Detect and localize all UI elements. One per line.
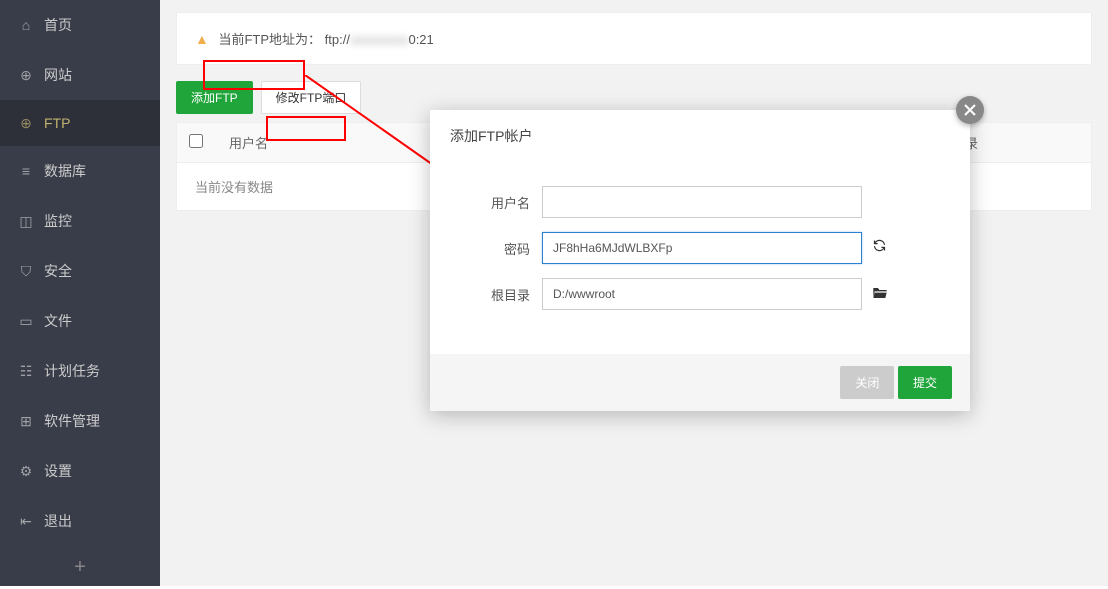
sidebar-item-label: 安全 bbox=[44, 261, 72, 281]
username-input[interactable] bbox=[542, 186, 862, 218]
password-input[interactable] bbox=[542, 232, 862, 264]
sidebar-item-1[interactable]: ⊕ 网站 bbox=[0, 50, 160, 100]
sidebar-item-7[interactable]: ☷ 计划任务 bbox=[0, 346, 160, 396]
rootdir-label: 根目录 bbox=[460, 285, 530, 304]
sidebar-item-10[interactable]: ⇤ 退出 bbox=[0, 496, 160, 546]
sidebar-item-9[interactable]: ⚙ 设置 bbox=[0, 446, 160, 496]
refresh-password-button[interactable] bbox=[872, 238, 887, 258]
sidebar-item-5[interactable]: ⛉ 安全 bbox=[0, 246, 160, 296]
password-label: 密码 bbox=[460, 239, 530, 258]
sidebar-item-8[interactable]: ⊞ 软件管理 bbox=[0, 396, 160, 446]
add-ftp-modal: 添加FTP帐户 用户名 密码 根目录 bbox=[430, 110, 970, 411]
sidebar-item-label: 文件 bbox=[44, 311, 72, 331]
home-icon: ⌂ bbox=[18, 17, 34, 33]
sidebar-item-label: 计划任务 bbox=[44, 361, 100, 381]
sidebar-item-label: 软件管理 bbox=[44, 411, 100, 431]
modal-close-btn2[interactable]: 关闭 bbox=[840, 366, 894, 399]
sidebar-add-button[interactable]: + bbox=[0, 546, 160, 589]
exit-icon: ⇤ bbox=[18, 513, 34, 529]
shield-icon: ⛉ bbox=[18, 263, 34, 279]
rootdir-input[interactable] bbox=[542, 278, 862, 310]
ftp-icon: ⊕ bbox=[18, 115, 34, 131]
sidebar-item-label: FTP bbox=[44, 115, 70, 131]
globe-icon: ⊕ bbox=[18, 67, 34, 83]
close-icon bbox=[964, 104, 976, 116]
sidebar-item-4[interactable]: ◫ 监控 bbox=[0, 196, 160, 246]
username-label: 用户名 bbox=[460, 193, 530, 212]
modal-title: 添加FTP帐户 bbox=[430, 110, 970, 162]
sidebar-item-6[interactable]: ▭ 文件 bbox=[0, 296, 160, 346]
sidebar-item-label: 退出 bbox=[44, 511, 72, 531]
sidebar-item-3[interactable]: ≡ 数据库 bbox=[0, 146, 160, 196]
sidebar-item-label: 设置 bbox=[44, 461, 72, 481]
browse-folder-button[interactable] bbox=[872, 285, 888, 304]
modal-close-button[interactable] bbox=[956, 96, 984, 124]
modal-body: 用户名 密码 根目录 bbox=[430, 162, 970, 354]
database-icon: ≡ bbox=[18, 163, 34, 179]
gear-icon: ⚙ bbox=[18, 463, 34, 479]
sidebar-item-label: 网站 bbox=[44, 65, 72, 85]
schedule-icon: ☷ bbox=[18, 363, 34, 379]
folder-icon: ▭ bbox=[18, 313, 34, 329]
sidebar-item-2[interactable]: ⊕ FTP bbox=[0, 100, 160, 146]
sidebar-item-label: 监控 bbox=[44, 211, 72, 231]
monitor-icon: ◫ bbox=[18, 213, 34, 229]
sidebar-item-0[interactable]: ⌂ 首页 bbox=[0, 0, 160, 50]
refresh-icon bbox=[872, 238, 887, 253]
modal-footer: 关闭 提交 bbox=[430, 354, 970, 411]
app-icon: ⊞ bbox=[18, 413, 34, 429]
sidebar-item-label: 首页 bbox=[44, 15, 72, 35]
modal-submit-button[interactable]: 提交 bbox=[898, 366, 952, 399]
sidebar-item-label: 数据库 bbox=[44, 161, 86, 181]
folder-open-icon bbox=[872, 285, 888, 299]
sidebar: ⌂首页⊕网站⊕FTP≡数据库◫监控⛉安全▭文件☷计划任务⊞软件管理⚙设置⇤退出 … bbox=[0, 0, 160, 586]
